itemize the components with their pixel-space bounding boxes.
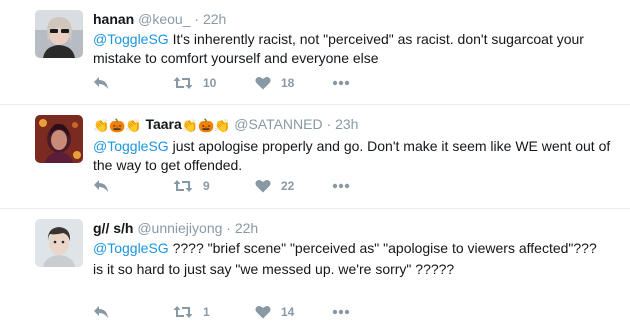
tweet-feed: hanan @keou_ · 22h @ToggleSG It's inhere… [0, 0, 630, 328]
tweet-text: @ToggleSG just apologise properly and go… [93, 137, 620, 175]
reply-button[interactable] [93, 73, 109, 93]
reply-icon [94, 306, 108, 318]
retweet-button[interactable]: 9 [173, 176, 210, 196]
heart-icon [255, 179, 271, 193]
retweet-icon [173, 180, 193, 192]
reply-icon [94, 77, 108, 89]
timestamp[interactable]: 23h [335, 116, 358, 132]
avatar[interactable] [35, 219, 83, 267]
like-button[interactable]: 18 [255, 73, 294, 93]
tweet-content: g// s/h @unniejiyong · 22h @ToggleSG ???… [93, 219, 620, 279]
heart-icon [255, 76, 271, 90]
tweet-content: hanan @keou_ · 22h @ToggleSG It's inhere… [93, 10, 620, 68]
retweet-count: 9 [203, 179, 210, 193]
jack-o-lantern-emoji: 🎃 [197, 118, 215, 133]
tweet[interactable]: 👏🎃👏 Taara👏🎃👏 @SATANNED · 23h @ToggleSG j… [0, 105, 630, 209]
like-button[interactable]: 14 [255, 302, 294, 322]
tweet-content: 👏🎃👏 Taara👏🎃👏 @SATANNED · 23h @ToggleSG j… [93, 115, 620, 175]
clapping-hands-emoji: 👏 [93, 118, 110, 133]
retweet-button[interactable]: 1 [173, 302, 210, 322]
display-name[interactable]: hanan [93, 11, 134, 27]
tweet[interactable]: g// s/h @unniejiyong · 22h @ToggleSG ???… [0, 209, 630, 328]
avatar[interactable] [35, 115, 83, 163]
more-button[interactable] [332, 176, 350, 196]
jack-o-lantern-emoji: 🎃 [109, 118, 126, 133]
retweet-count: 10 [203, 76, 217, 90]
username[interactable]: @unniejiyong [137, 220, 222, 236]
retweet-button[interactable]: 10 [173, 73, 216, 93]
tweet-text-line2: is it so hard to just say "we messed up.… [93, 261, 455, 277]
like-count: 22 [281, 179, 295, 193]
mention-link[interactable]: @ToggleSG [93, 138, 169, 154]
reply-button[interactable] [93, 302, 109, 322]
separator-dot: · [194, 11, 200, 27]
like-count: 14 [281, 305, 295, 319]
tweet-text: @ToggleSG It's inherently racist, not "p… [93, 30, 620, 68]
mention-link[interactable]: @ToggleSG [93, 31, 169, 47]
tweet-header: hanan @keou_ · 22h [93, 10, 620, 28]
more-button[interactable] [332, 302, 350, 322]
reply-button[interactable] [93, 176, 109, 196]
tweet[interactable]: hanan @keou_ · 22h @ToggleSG It's inhere… [0, 0, 630, 105]
retweet-icon [173, 306, 193, 318]
clapping-hands-emoji: 👏 [125, 118, 142, 133]
retweet-icon [173, 77, 193, 89]
display-name[interactable]: Taara [145, 116, 181, 132]
more-icon [332, 309, 350, 315]
more-button[interactable] [332, 73, 350, 93]
timestamp[interactable]: 22h [235, 220, 258, 236]
mention-link[interactable]: @ToggleSG [93, 240, 169, 256]
tweet-header: g// s/h @unniejiyong · 22h [93, 219, 620, 237]
username[interactable]: @SATANNED [234, 116, 322, 132]
avatar[interactable] [35, 10, 83, 58]
separator-dot: · [226, 220, 231, 236]
reply-icon [94, 180, 108, 192]
more-icon [332, 183, 350, 189]
clapping-hands-emoji: 👏 [214, 118, 231, 133]
like-count: 18 [281, 76, 295, 90]
clapping-hands-emoji: 👏 [181, 118, 198, 133]
display-name[interactable]: g// s/h [93, 220, 133, 236]
tweet-text: @ToggleSG ???? "brief scene" "perceived … [93, 239, 620, 258]
tweet-body: just apologise properly and go. Don't ma… [93, 138, 611, 173]
retweet-count: 1 [203, 305, 210, 319]
tweet-header: 👏🎃👏 Taara👏🎃👏 @SATANNED · 23h [93, 115, 620, 135]
heart-icon [255, 305, 271, 319]
timestamp[interactable]: 22h [203, 11, 226, 27]
tweet-body: ???? "brief scene" "perceived as" "apolo… [168, 240, 597, 256]
username[interactable]: @keou_ [138, 11, 190, 27]
like-button[interactable]: 22 [255, 176, 294, 196]
more-icon [332, 80, 350, 86]
separator-dot: · [326, 116, 332, 132]
